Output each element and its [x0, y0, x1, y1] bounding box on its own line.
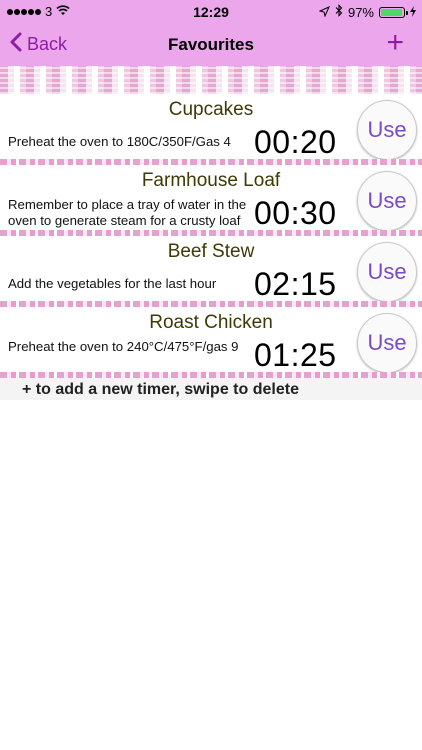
timer-duration: 01:25: [254, 337, 337, 373]
use-button[interactable]: Use: [357, 313, 417, 373]
timer-duration: 00:30: [254, 195, 337, 231]
list-item[interactable]: Cupcakes Preheat the oven to 180C/350F/G…: [0, 94, 422, 165]
battery-icon: [379, 6, 408, 18]
use-button[interactable]: Use: [357, 100, 417, 160]
list-item[interactable]: Beef Stew Add the vegetables for the las…: [0, 236, 422, 307]
add-timer-button[interactable]: +: [386, 28, 404, 58]
list-item[interactable]: Roast Chicken Preheat the oven to 240°C/…: [0, 307, 422, 378]
use-button[interactable]: Use: [357, 171, 417, 231]
list-item[interactable]: Farmhouse Loaf Remember to place a tray …: [0, 165, 422, 236]
timer-duration: 02:15: [254, 266, 337, 302]
decorative-stripe-band: [0, 66, 422, 94]
timer-note: Remember to place a tray of water in the…: [8, 197, 247, 228]
favourites-list: Cupcakes Preheat the oven to 180C/350F/G…: [0, 94, 422, 378]
status-bar: 3 12:29 97%: [0, 0, 422, 24]
navigation-bar: Back Favourites +: [0, 24, 422, 66]
timer-note: Preheat the oven to 240°C/475°F/gas 9: [8, 339, 239, 354]
header: 3 12:29 97% Back Favourites +: [0, 0, 422, 66]
instruction-hint: + to add a new timer, swipe to delete: [0, 378, 422, 400]
timer-duration: 00:20: [254, 124, 337, 160]
timer-note: Add the vegetables for the last hour: [8, 276, 217, 291]
use-button[interactable]: Use: [357, 242, 417, 302]
location-arrow-icon: [318, 5, 330, 20]
bluetooth-icon: [335, 4, 343, 20]
status-right: 97%: [318, 4, 416, 20]
battery-percent: 97%: [347, 4, 374, 20]
timer-note: Preheat the oven to 180C/350F/Gas 4: [8, 134, 231, 149]
charging-bolt-icon: [410, 5, 416, 20]
battery-fill: [381, 8, 403, 16]
page-title: Favourites: [168, 35, 254, 54]
hint-text: + to add a new timer, swipe to delete: [22, 381, 299, 398]
